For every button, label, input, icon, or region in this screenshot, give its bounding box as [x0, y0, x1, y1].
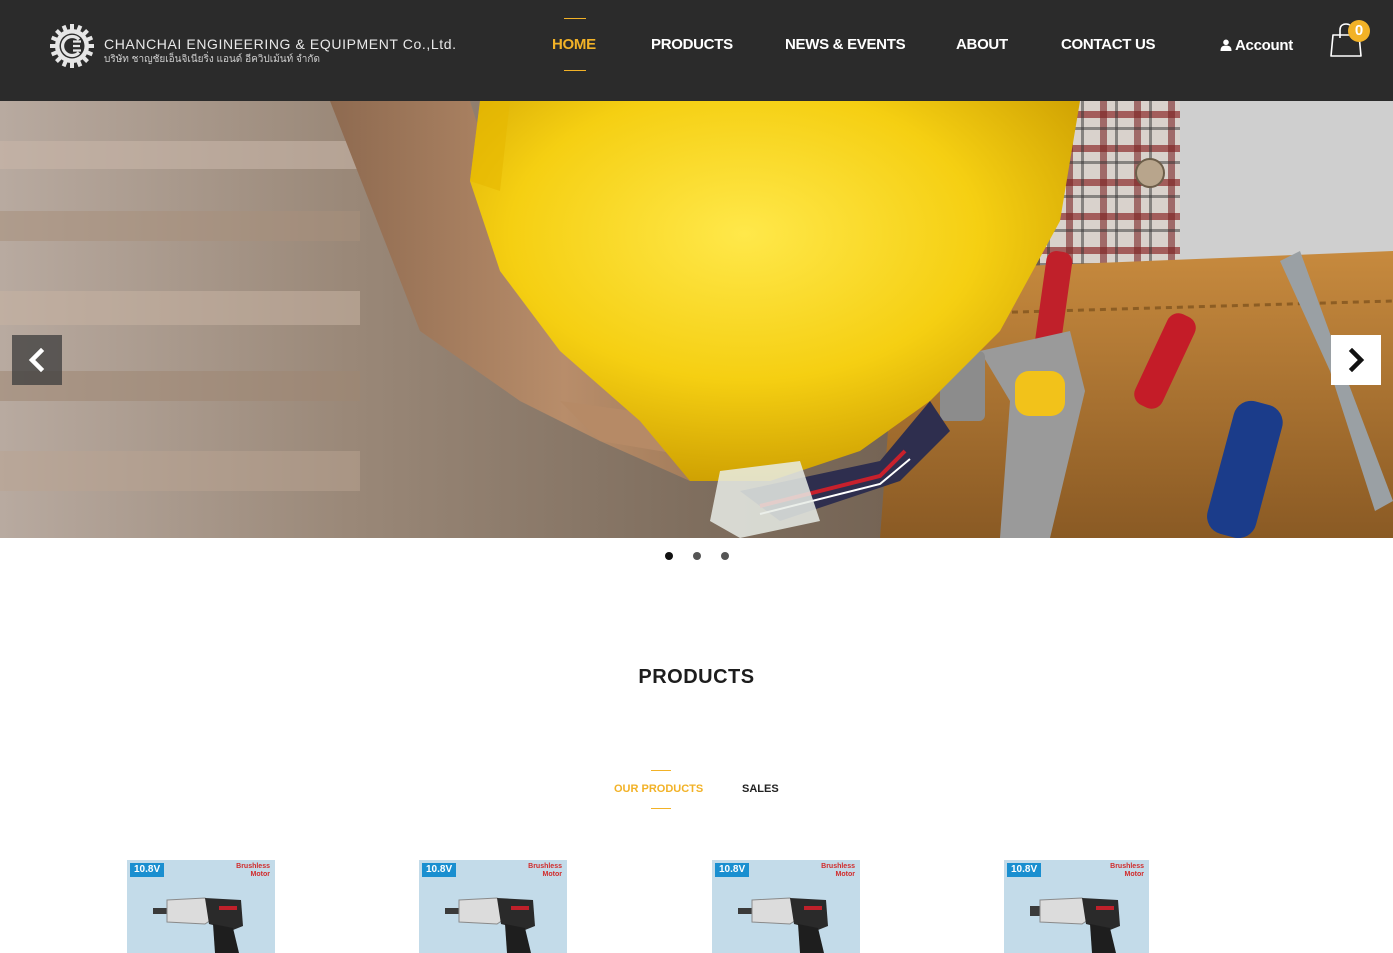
slider-dot-3[interactable] [721, 552, 729, 560]
product-card[interactable]: 10.8V Brushless Motor [419, 860, 567, 953]
impact-driver-image [153, 897, 243, 953]
tab-our-products-label: OUR PRODUCTS [614, 783, 704, 795]
nav-news-events-label: NEWS & EVENTS [785, 36, 906, 53]
cart-button[interactable]: 0 [1330, 20, 1372, 60]
impact-driver-image [738, 897, 828, 953]
brushless-motor-label: Brushless Motor [1110, 863, 1144, 878]
slider-pagination [0, 552, 1393, 564]
products-section-title: PRODUCTS [638, 666, 755, 688]
tab-active-line-top [651, 770, 671, 771]
main-nav: HOME PRODUCTS NEWS & EVENTS ABOUT CONTAC… [0, 0, 1393, 101]
tab-active-line-bottom [651, 808, 671, 809]
chevron-left-icon [28, 348, 45, 372]
account-label: Account [1235, 37, 1293, 54]
nav-products[interactable]: PRODUCTS [651, 36, 733, 56]
nav-news-events[interactable]: NEWS & EVENTS [785, 36, 906, 56]
tab-sales[interactable]: SALES [742, 783, 779, 795]
slider-dot-1[interactable] [665, 552, 673, 560]
nav-products-label: PRODUCTS [651, 36, 733, 53]
slider-next-button[interactable] [1331, 335, 1381, 385]
tab-our-products[interactable]: OUR PRODUCTS [614, 770, 704, 809]
account-link[interactable]: Account [1220, 37, 1293, 54]
nav-active-line-top [564, 18, 586, 19]
nav-contact-us-label: CONTACT US [1061, 36, 1156, 53]
slider-prev-button[interactable] [12, 335, 62, 385]
impact-wrench-image [1030, 897, 1120, 953]
user-icon [1220, 39, 1232, 51]
nav-home[interactable]: HOME [552, 18, 596, 71]
nav-about[interactable]: ABOUT [956, 36, 1008, 56]
site-header: CHANCHAI ENGINEERING & EQUIPMENT Co.,Ltd… [0, 0, 1393, 101]
hero-slider [0, 101, 1393, 538]
product-card[interactable]: 10.8V Brushless Motor [1004, 860, 1149, 953]
product-card[interactable]: 10.8V Brushless Motor [127, 860, 275, 953]
voltage-badge: 10.8V [715, 863, 750, 877]
nav-home-label: HOME [552, 36, 596, 53]
nav-active-line-bottom [564, 70, 586, 71]
chevron-right-icon [1348, 348, 1365, 372]
voltage-badge: 10.8V [1007, 863, 1042, 877]
tab-sales-label: SALES [742, 783, 779, 795]
nav-about-label: ABOUT [956, 36, 1008, 53]
hero-slide-image [0, 101, 1393, 538]
brushless-motor-label: Brushless Motor [236, 863, 270, 878]
brushless-motor-label: Brushless Motor [821, 863, 855, 878]
voltage-badge: 10.8V [130, 863, 165, 877]
impact-driver-image [445, 897, 535, 953]
cart-count-badge: 0 [1348, 20, 1370, 42]
product-card[interactable]: 10.8V Brushless Motor [712, 860, 860, 953]
slider-dot-2[interactable] [693, 552, 701, 560]
voltage-badge: 10.8V [422, 863, 457, 877]
brushless-motor-label: Brushless Motor [528, 863, 562, 878]
nav-contact-us[interactable]: CONTACT US [1061, 36, 1156, 56]
